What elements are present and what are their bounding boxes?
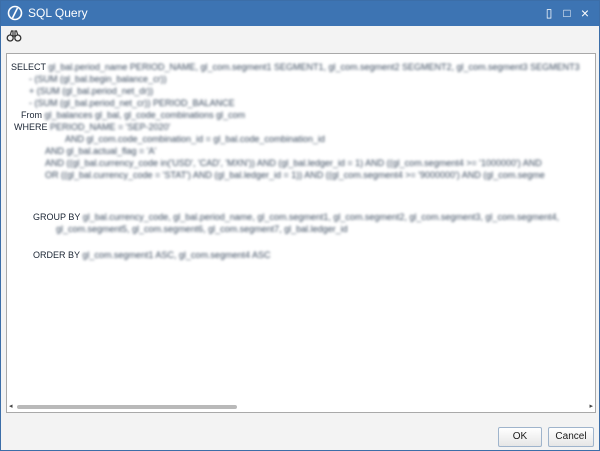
sql-text: gl_bal.period_name PERIOD_NAME, gl_com.s… [48,62,580,72]
sql-text: gl_bal.currency_code, gl_bal.period_name… [82,212,559,222]
keyword-group-by: GROUP BY [33,212,81,222]
scroll-right-icon[interactable]: ▸ [587,403,593,411]
sql-line: ORDER BY gl_com.segment1 ASC, gl_com.seg… [33,250,270,262]
scroll-thumb[interactable] [17,405,237,409]
sql-line: SELECT gl_bal.period_name PERIOD_NAME, g… [11,62,580,74]
sql-line: From gl_balances gl_bal, gl_code_combina… [21,110,245,122]
restore-icon[interactable]: ▯ [541,5,557,21]
sql-query-dialog: SQL Query ▯ □ × SELECT gl_bal.period_nam… [0,0,600,451]
sql-text: - (SUM (gl_bal.period_net_cr)) PERIOD_BA… [29,98,235,108]
sql-code-area[interactable]: SELECT gl_bal.period_name PERIOD_NAME, g… [7,54,595,402]
sql-line: OR ((gl_bal.currency_code = 'STAT') AND … [45,170,545,182]
scroll-left-icon[interactable]: ◂ [9,403,15,411]
maximize-icon[interactable]: □ [559,5,575,21]
binoculars-icon[interactable] [6,29,22,43]
sql-text: + (SUM (gl_bal.period_net_dr)) [29,86,154,96]
keyword-where: WHERE [14,122,48,132]
sql-line: gl_com.segment5, gl_com.segment6, gl_com… [56,224,348,236]
sql-line: GROUP BY gl_bal.currency_code, gl_bal.pe… [33,212,559,224]
title-bar[interactable]: SQL Query ▯ □ × [1,1,599,26]
sql-line: AND gl_com.code_combination_id = gl_bal.… [65,134,325,146]
sql-text: gl_com.segment5, gl_com.segment6, gl_com… [56,224,348,234]
app-logo-icon [7,5,23,21]
sql-text: OR ((gl_bal.currency_code = 'STAT') AND … [45,170,545,180]
sql-line: + (SUM (gl_bal.period_net_dr)) [29,86,153,98]
keyword-select: SELECT [11,62,46,72]
sql-text: PERIOD_NAME = 'SEP-2020' [50,122,171,132]
sql-text: gl_com.segment1 ASC, gl_com.segment4 ASC [82,250,271,260]
sql-text: AND ((gl_bal.currency_code in('USD', 'CA… [45,158,542,168]
cancel-button[interactable]: Cancel [548,427,594,447]
keyword-from: From [21,110,42,120]
toolbar [1,26,599,46]
horizontal-scrollbar[interactable]: ◂ ▸ [7,402,595,412]
sql-line: - (SUM (gl_bal.period_net_cr)) PERIOD_BA… [29,98,235,110]
sql-line: AND ((gl_bal.currency_code in('USD', 'CA… [45,158,542,170]
sql-line: AND gl_bal.actual_flag = 'A' [45,146,156,158]
sql-text: AND gl_com.code_combination_id = gl_bal.… [65,134,325,144]
sql-line: - (SUM (gl_bal.begin_balance_cr)) [29,74,167,86]
keyword-order-by: ORDER BY [33,250,80,260]
ok-button[interactable]: OK [498,427,542,447]
window-title: SQL Query [28,6,88,20]
sql-text: gl_balances gl_bal, gl_code_combinations… [44,110,246,120]
sql-line: WHERE PERIOD_NAME = 'SEP-2020' [14,122,170,134]
close-icon[interactable]: × [577,5,593,21]
sql-text: AND gl_bal.actual_flag = 'A' [45,146,157,156]
sql-text: - (SUM (gl_bal.begin_balance_cr)) [29,74,167,84]
sql-editor[interactable]: SELECT gl_bal.period_name PERIOD_NAME, g… [6,53,596,413]
